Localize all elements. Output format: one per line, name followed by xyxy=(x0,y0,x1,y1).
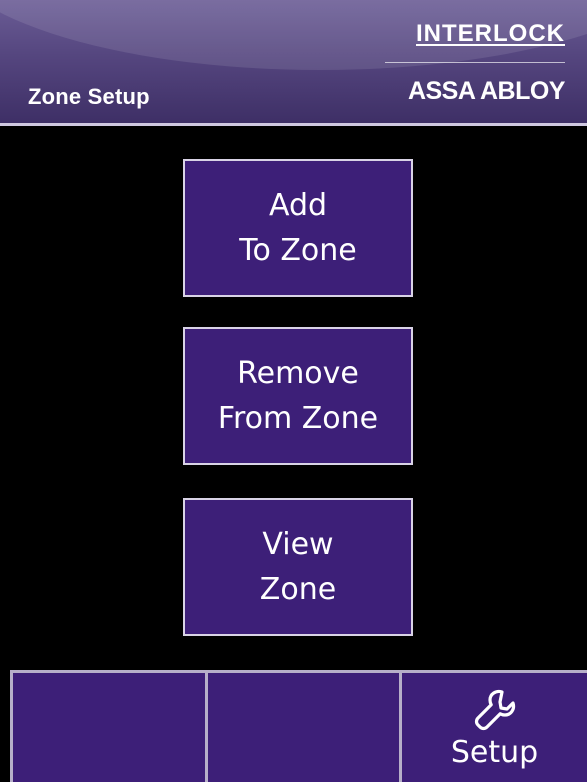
setup-label: Setup xyxy=(450,735,539,770)
remove-from-zone-label-line2: From Zone xyxy=(217,401,379,436)
page-title: Zone Setup xyxy=(28,84,150,109)
toolbar-button-1[interactable] xyxy=(10,670,205,782)
brand-divider xyxy=(385,62,565,63)
header-divider xyxy=(0,123,587,126)
bottom-toolbar: Setup xyxy=(10,670,587,782)
add-to-zone-label-line2: To Zone xyxy=(239,233,357,268)
brand-logo: INTERLOCK ASSA ABLOY xyxy=(375,20,566,106)
view-zone-button[interactable]: View Zone xyxy=(183,498,413,636)
remove-from-zone-label-line1: Remove xyxy=(237,356,359,391)
setup-button[interactable]: Setup xyxy=(399,670,587,782)
remove-from-zone-button[interactable]: Remove From Zone xyxy=(183,327,413,465)
view-zone-label-line1: View xyxy=(262,527,334,562)
toolbar-button-2[interactable] xyxy=(205,670,399,782)
screen: Zone Setup INTERLOCK ASSA ABLOY Add To Z… xyxy=(0,0,587,782)
add-to-zone-label-line1: Add xyxy=(268,188,328,223)
brand-assa-abloy: ASSA ABLOY xyxy=(407,77,566,105)
wrench-icon xyxy=(474,689,515,731)
header-bar: Zone Setup INTERLOCK ASSA ABLOY xyxy=(0,0,587,123)
view-zone-label-line2: Zone xyxy=(259,572,337,607)
brand-interlock: INTERLOCK xyxy=(416,20,565,47)
add-to-zone-button[interactable]: Add To Zone xyxy=(183,159,413,297)
